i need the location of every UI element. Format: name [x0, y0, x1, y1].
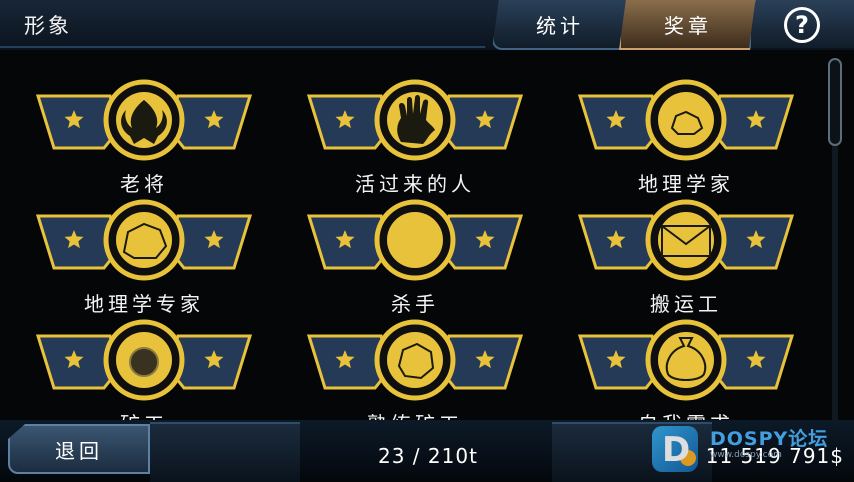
- medal-item[interactable]: 熟练矿工: [305, 308, 525, 430]
- medal-item[interactable]: 搬运工: [576, 188, 796, 316]
- medal-badge: [306, 79, 524, 161]
- medal-badge: [35, 79, 253, 161]
- medal-item[interactable]: 地理学专家: [34, 188, 254, 316]
- page-title: 形象: [24, 14, 72, 38]
- medal-badge: [35, 199, 253, 281]
- capacity-readout: 23 / 210t: [378, 444, 478, 468]
- logo-letter: D: [662, 430, 691, 470]
- medal-item[interactable]: 老将: [34, 68, 254, 196]
- tab-medals[interactable]: 奖章: [619, 0, 757, 50]
- medal-grid: 老将 活过来的人 地理学家 地理学专家 杀手 搬运工 矿工 熟练矿工 自我需求: [0, 50, 826, 430]
- title-panel: [0, 0, 505, 48]
- medal-badge: [306, 319, 524, 401]
- bottom-panel-left: [150, 422, 300, 482]
- medal-item[interactable]: 活过来的人: [305, 68, 525, 196]
- dospy-watermark: D DOSPY论坛 www.dospy.com: [652, 420, 848, 476]
- medal-badge: [577, 199, 795, 281]
- watermark-url: www.dospy.com: [710, 450, 782, 460]
- watermark-name: DOSPY论坛: [710, 428, 829, 450]
- medal-badge: [306, 199, 524, 281]
- back-button[interactable]: 退回: [8, 424, 150, 474]
- medal-badge: [577, 79, 795, 161]
- scrollbar[interactable]: [828, 58, 842, 430]
- medal-badge: [577, 319, 795, 401]
- medal-item[interactable]: 地理学家: [576, 68, 796, 196]
- medal-item[interactable]: 自我需求: [576, 308, 796, 430]
- ore-icon: [129, 347, 159, 377]
- help-icon[interactable]: ?: [784, 7, 820, 43]
- envelope-icon: [661, 225, 711, 257]
- gold-ore-icon: [397, 342, 435, 380]
- medal-item[interactable]: 矿工: [34, 308, 254, 430]
- medal-item[interactable]: 杀手: [305, 188, 525, 316]
- scroll-thumb[interactable]: [828, 58, 842, 146]
- dospy-logo: D: [652, 426, 698, 472]
- tab-statistics[interactable]: 统计: [492, 0, 628, 50]
- medal-badge: [35, 319, 253, 401]
